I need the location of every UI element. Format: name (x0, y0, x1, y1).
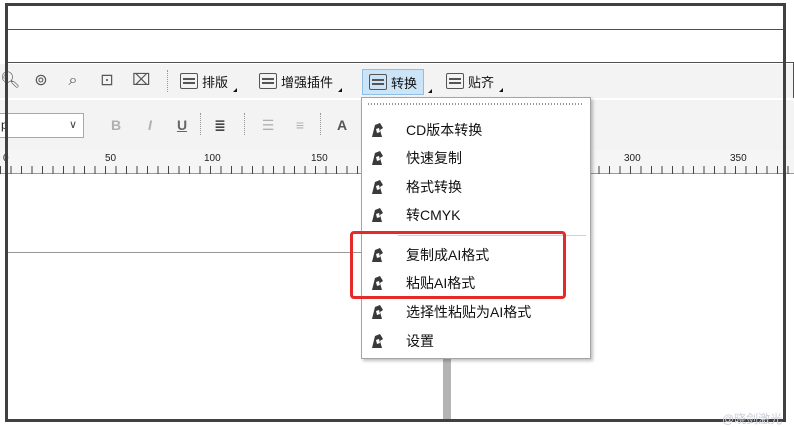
menu-item-format-convert[interactable]: 格式转换 (362, 174, 590, 200)
plugin-icon (372, 123, 383, 137)
menu-grip[interactable] (368, 103, 584, 105)
plugin-icon (372, 180, 383, 194)
menu-item-label: 格式转换 (406, 179, 462, 195)
menu-item-label: 设置 (406, 333, 434, 349)
menu-item-settings[interactable]: 设置 (362, 328, 590, 354)
menu-item-quick-copy[interactable]: 快速复制 (362, 145, 590, 171)
watermark: @晓剑激光 (722, 412, 783, 426)
plugin-icon (372, 208, 383, 222)
menu-item-label: 选择性粘贴为AI格式 (406, 304, 532, 320)
highlight-annotation (350, 231, 566, 299)
menu-item-label: 快速复制 (406, 150, 462, 166)
menu-item-paste-special-ai[interactable]: 选择性粘贴为AI格式 (362, 299, 590, 325)
menu-item-label: CD版本转换 (406, 122, 483, 138)
plugin-icon (372, 334, 383, 348)
menu-item-cd-version-convert[interactable]: CD版本转换 (362, 117, 590, 143)
plugin-icon (372, 305, 383, 319)
menu-item-label: 转CMYK (406, 207, 461, 223)
menu-item-to-cmyk[interactable]: 转CMYK (362, 202, 590, 228)
plugin-icon (372, 151, 383, 165)
